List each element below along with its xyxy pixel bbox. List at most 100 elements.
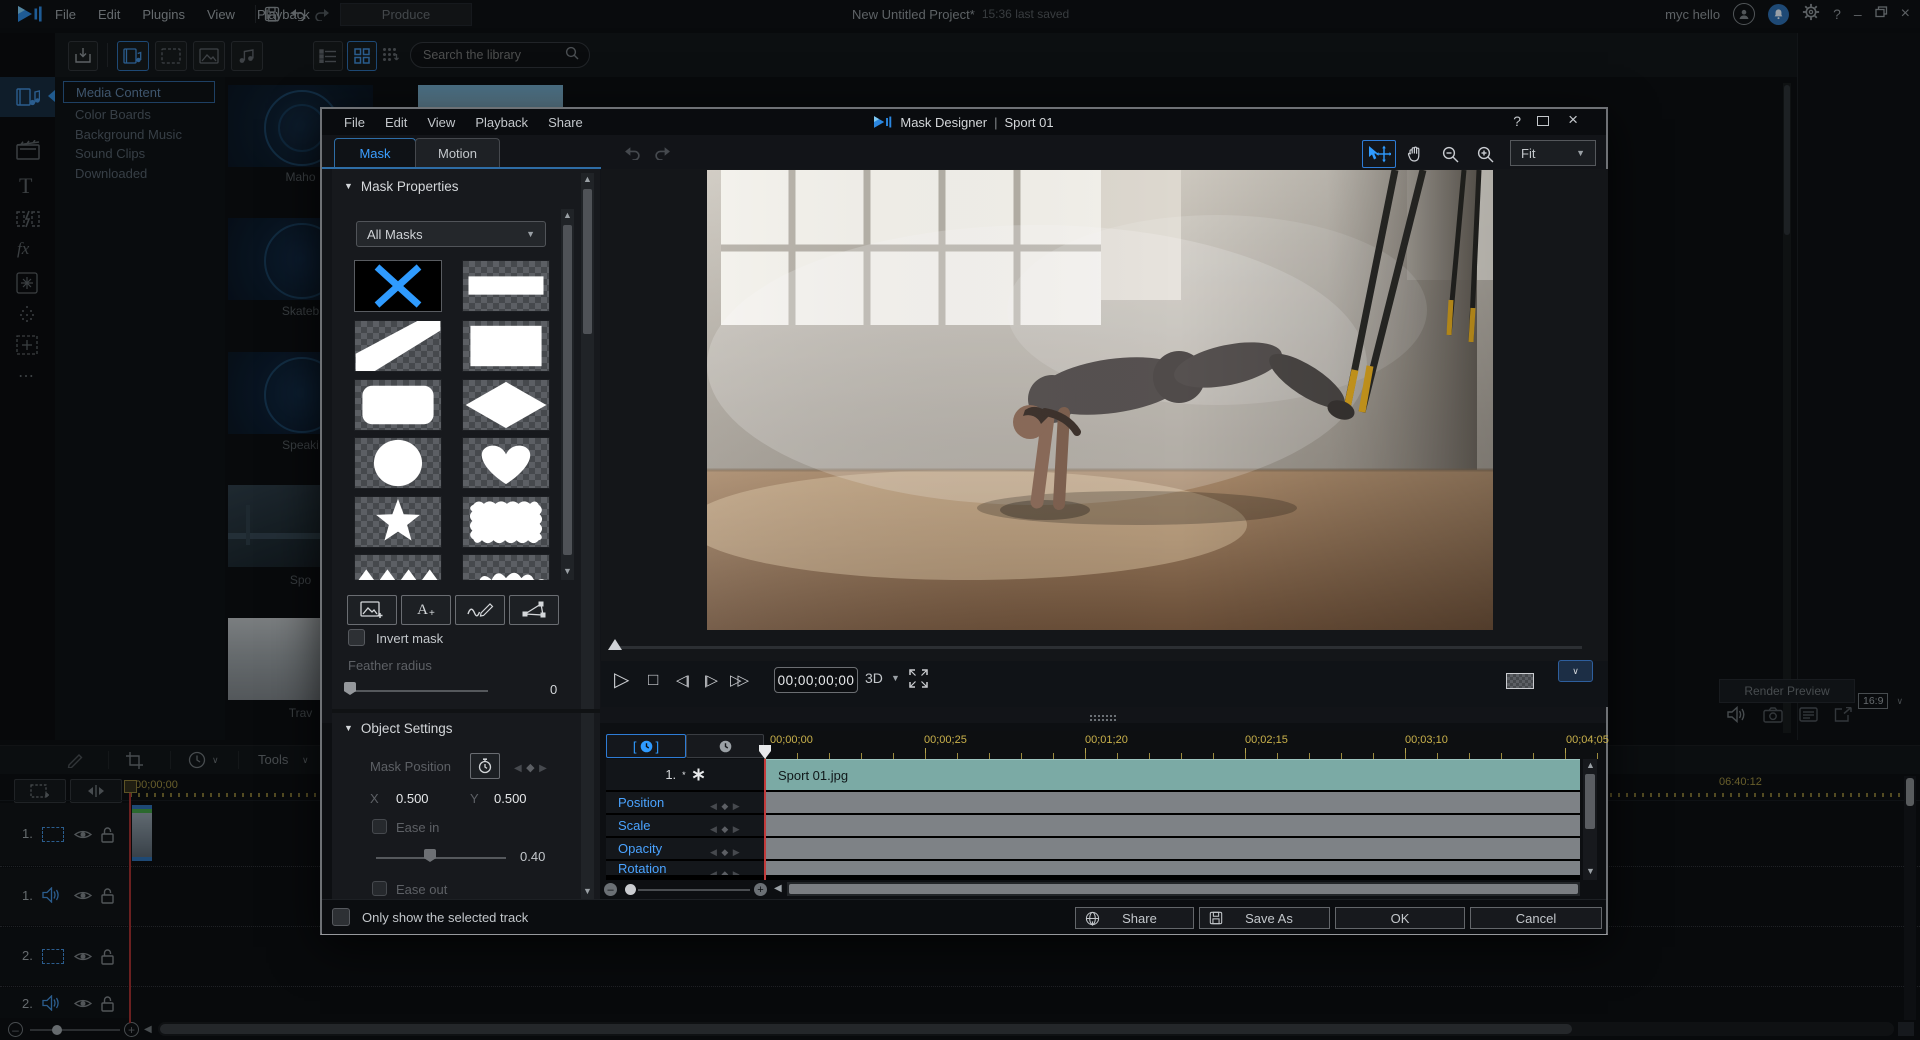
viewer-canvas[interactable] <box>601 169 1608 661</box>
tab-motion[interactable]: Motion <box>415 138 500 168</box>
panel-resize-grip[interactable] <box>1090 715 1116 721</box>
mask-grid-scrollbar[interactable]: ▲ ▼ <box>561 209 574 580</box>
dialog-menu-edit[interactable]: Edit <box>385 115 407 130</box>
panel-scroll-down-icon[interactable]: ▼ <box>583 887 592 896</box>
kf-vscrollbar[interactable]: ▲ ▼ <box>1583 759 1597 880</box>
mask-preview-thumb-icon[interactable] <box>1506 673 1534 689</box>
panel-scroll-up-icon[interactable]: ▲ <box>583 175 592 184</box>
hand-tool-button[interactable] <box>1399 140 1431 168</box>
kf-scroll-left-icon[interactable]: ◀ <box>774 883 782 894</box>
dialog-maximize-icon[interactable] <box>1537 116 1549 126</box>
save-as-button[interactable]: Save As <box>1199 907 1330 929</box>
dialog-menu-view[interactable]: View <box>427 115 455 130</box>
kf-property-row-header[interactable]: Scale ◀ ◆ ▶ <box>606 815 764 836</box>
bezier-mask-button[interactable] <box>509 595 559 625</box>
mask-shape-rectangle[interactable] <box>462 320 550 372</box>
kf-track-header[interactable]: 1. * <box>606 759 764 790</box>
next-keyframe-icon[interactable]: ▶ <box>733 801 740 811</box>
fullscreen-icon[interactable] <box>909 669 928 693</box>
viewer-undo-icon[interactable] <box>624 145 641 165</box>
add-keyframe-icon[interactable]: ◆ <box>721 869 728 875</box>
kf-property-row-header[interactable]: Position ◀ ◆ ▶ <box>606 792 764 813</box>
play-button[interactable]: ▷ <box>614 670 629 690</box>
prev-keyframe-icon[interactable]: ◀ <box>514 763 522 774</box>
dialog-menu-share[interactable]: Share <box>548 115 583 130</box>
keyframe-playhead-line[interactable] <box>764 759 766 880</box>
next-keyframe-icon[interactable]: ▶ <box>733 824 740 834</box>
viewer-redo-icon[interactable] <box>654 145 671 165</box>
next-keyframe-icon[interactable]: ▶ <box>733 847 740 857</box>
viewer-scrub-marker[interactable] <box>608 639 622 650</box>
zoom-in-button[interactable] <box>1469 140 1501 168</box>
ease-slider-track[interactable] <box>376 857 506 859</box>
kf-zoom-in[interactable]: + <box>754 883 767 896</box>
draw-mask-button[interactable] <box>455 595 505 625</box>
dialog-help-icon[interactable]: ? <box>1513 113 1521 129</box>
mask-filter-dropdown[interactable]: All Masks ▼ <box>356 221 546 247</box>
kf-lane[interactable] <box>766 861 1580 875</box>
mode-3d-button[interactable]: 3D <box>865 670 883 686</box>
select-move-tool-button[interactable] <box>1362 140 1396 168</box>
keyframe-stopwatch-button[interactable] <box>470 753 500 779</box>
share-button[interactable]: Share <box>1075 907 1194 929</box>
kf-hscrollbar[interactable] <box>787 882 1580 896</box>
next-frame-button[interactable]: |▷ <box>704 671 718 689</box>
mode-3d-chevron-icon[interactable]: ▼ <box>891 674 900 683</box>
add-keyframe-icon[interactable]: ◆ <box>721 824 728 834</box>
kf-lane[interactable] <box>766 792 1580 813</box>
mask-shape-bar[interactable] <box>462 260 550 312</box>
kf-zoom-handle[interactable] <box>625 884 636 895</box>
mask-shape-rounded-rectangle[interactable] <box>354 379 442 431</box>
mask-shape-stamp[interactable] <box>462 496 550 548</box>
ease-out-checkbox[interactable] <box>372 881 387 896</box>
next-keyframe-icon[interactable]: ▶ <box>539 763 547 774</box>
feather-slider-track[interactable] <box>348 690 488 692</box>
zoom-fit-dropdown[interactable]: Fit ▼ <box>1510 140 1596 166</box>
dialog-titlebar[interactable]: File Edit View Playback Share Mask Desig… <box>322 109 1606 135</box>
prev-keyframe-icon[interactable]: ◀ <box>710 869 717 875</box>
dialog-menu-file[interactable]: File <box>344 115 365 130</box>
dialog-menu-playback[interactable]: Playback <box>475 115 528 130</box>
kf-scroll-up-icon[interactable]: ▲ <box>1586 761 1595 770</box>
clip-duration-button[interactable] <box>686 734 764 758</box>
prev-keyframe-icon[interactable]: ◀ <box>710 847 717 857</box>
mask-shape-scallop[interactable] <box>462 554 550 580</box>
next-keyframe-icon[interactable]: ▶ <box>733 869 740 875</box>
timecode-display[interactable]: 00;00;00;00 <box>774 667 858 693</box>
ok-button[interactable]: OK <box>1335 907 1465 929</box>
clip-lane[interactable]: Sport 01.jpg <box>766 759 1580 790</box>
mask-x-value[interactable]: 0.500 <box>396 791 429 806</box>
kf-lane[interactable] <box>766 838 1580 859</box>
stop-button[interactable]: □ <box>648 671 658 688</box>
tab-mask[interactable]: Mask <box>334 138 416 168</box>
add-keyframe-icon[interactable]: ◆ <box>721 801 728 811</box>
kf-scroll-down-icon[interactable]: ▼ <box>1586 867 1595 876</box>
section-collapse-icon[interactable]: ▼ <box>344 182 353 191</box>
cancel-button[interactable]: Cancel <box>1470 907 1602 929</box>
previous-frame-button[interactable]: ◁| <box>676 671 690 689</box>
feather-slider-handle[interactable] <box>344 682 356 695</box>
ease-slider-handle[interactable] <box>424 849 436 862</box>
only-show-track-checkbox[interactable] <box>332 908 350 926</box>
grid-scroll-up-icon[interactable]: ▲ <box>563 211 572 220</box>
mask-shape-ellipse[interactable] <box>354 437 442 489</box>
ease-in-checkbox[interactable] <box>372 819 387 834</box>
image-mask-button[interactable] <box>347 595 397 625</box>
section-collapse-icon[interactable]: ▼ <box>344 724 353 733</box>
mask-panel-scrollbar[interactable]: ▲ ▼ <box>581 173 594 901</box>
kf-zoom-track[interactable] <box>638 889 750 891</box>
viewer-collapse-button[interactable]: ∨ <box>1558 660 1593 682</box>
mask-shape-star[interactable] <box>354 496 442 548</box>
add-keyframe-icon[interactable]: ◆ <box>526 762 534 774</box>
kf-lane[interactable] <box>766 815 1580 836</box>
keyframe-playhead-marker-tip[interactable] <box>759 751 771 759</box>
viewer-scrub-track[interactable] <box>614 646 1582 649</box>
mask-shape-diamond[interactable] <box>462 379 550 431</box>
mask-shape-diagonal-band[interactable] <box>354 320 442 372</box>
mask-y-value[interactable]: 0.500 <box>494 791 527 806</box>
text-mask-button[interactable]: A+ <box>401 595 451 625</box>
keyframe-mode-button[interactable]: [ ] <box>606 734 686 758</box>
mask-shape-x-cross[interactable] <box>354 260 442 312</box>
kf-property-row-header[interactable]: Opacity ◀ ◆ ▶ <box>606 838 764 859</box>
prev-keyframe-icon[interactable]: ◀ <box>710 801 717 811</box>
